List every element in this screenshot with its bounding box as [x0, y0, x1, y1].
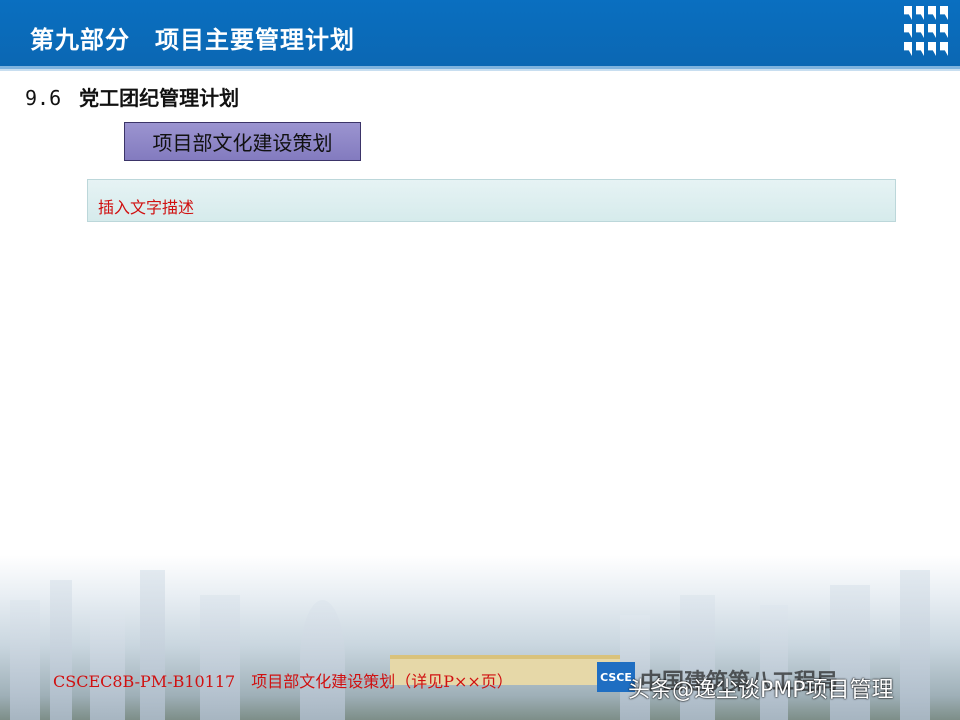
- section-title: 党工团纪管理计划: [79, 86, 240, 110]
- watermark: 头条@逸尘谈PMP项目管理: [628, 678, 894, 703]
- header-bar: 第九部分 项目主要管理计划: [0, 0, 960, 66]
- page-title: 第九部分 项目主要管理计划: [30, 26, 355, 54]
- plan-box: 项目部文化建设策划: [124, 122, 361, 161]
- header-divider: [0, 66, 960, 71]
- footer-reference: CSCEC8B-PM-B10117 项目部文化建设策划（详见P××页）: [53, 672, 513, 691]
- section-heading: 9.6 党工团纪管理计划: [25, 82, 239, 111]
- description-box[interactable]: 插入文字描述: [87, 179, 896, 222]
- company-logo-icon: [904, 6, 948, 56]
- section-number: 9.6: [25, 86, 62, 110]
